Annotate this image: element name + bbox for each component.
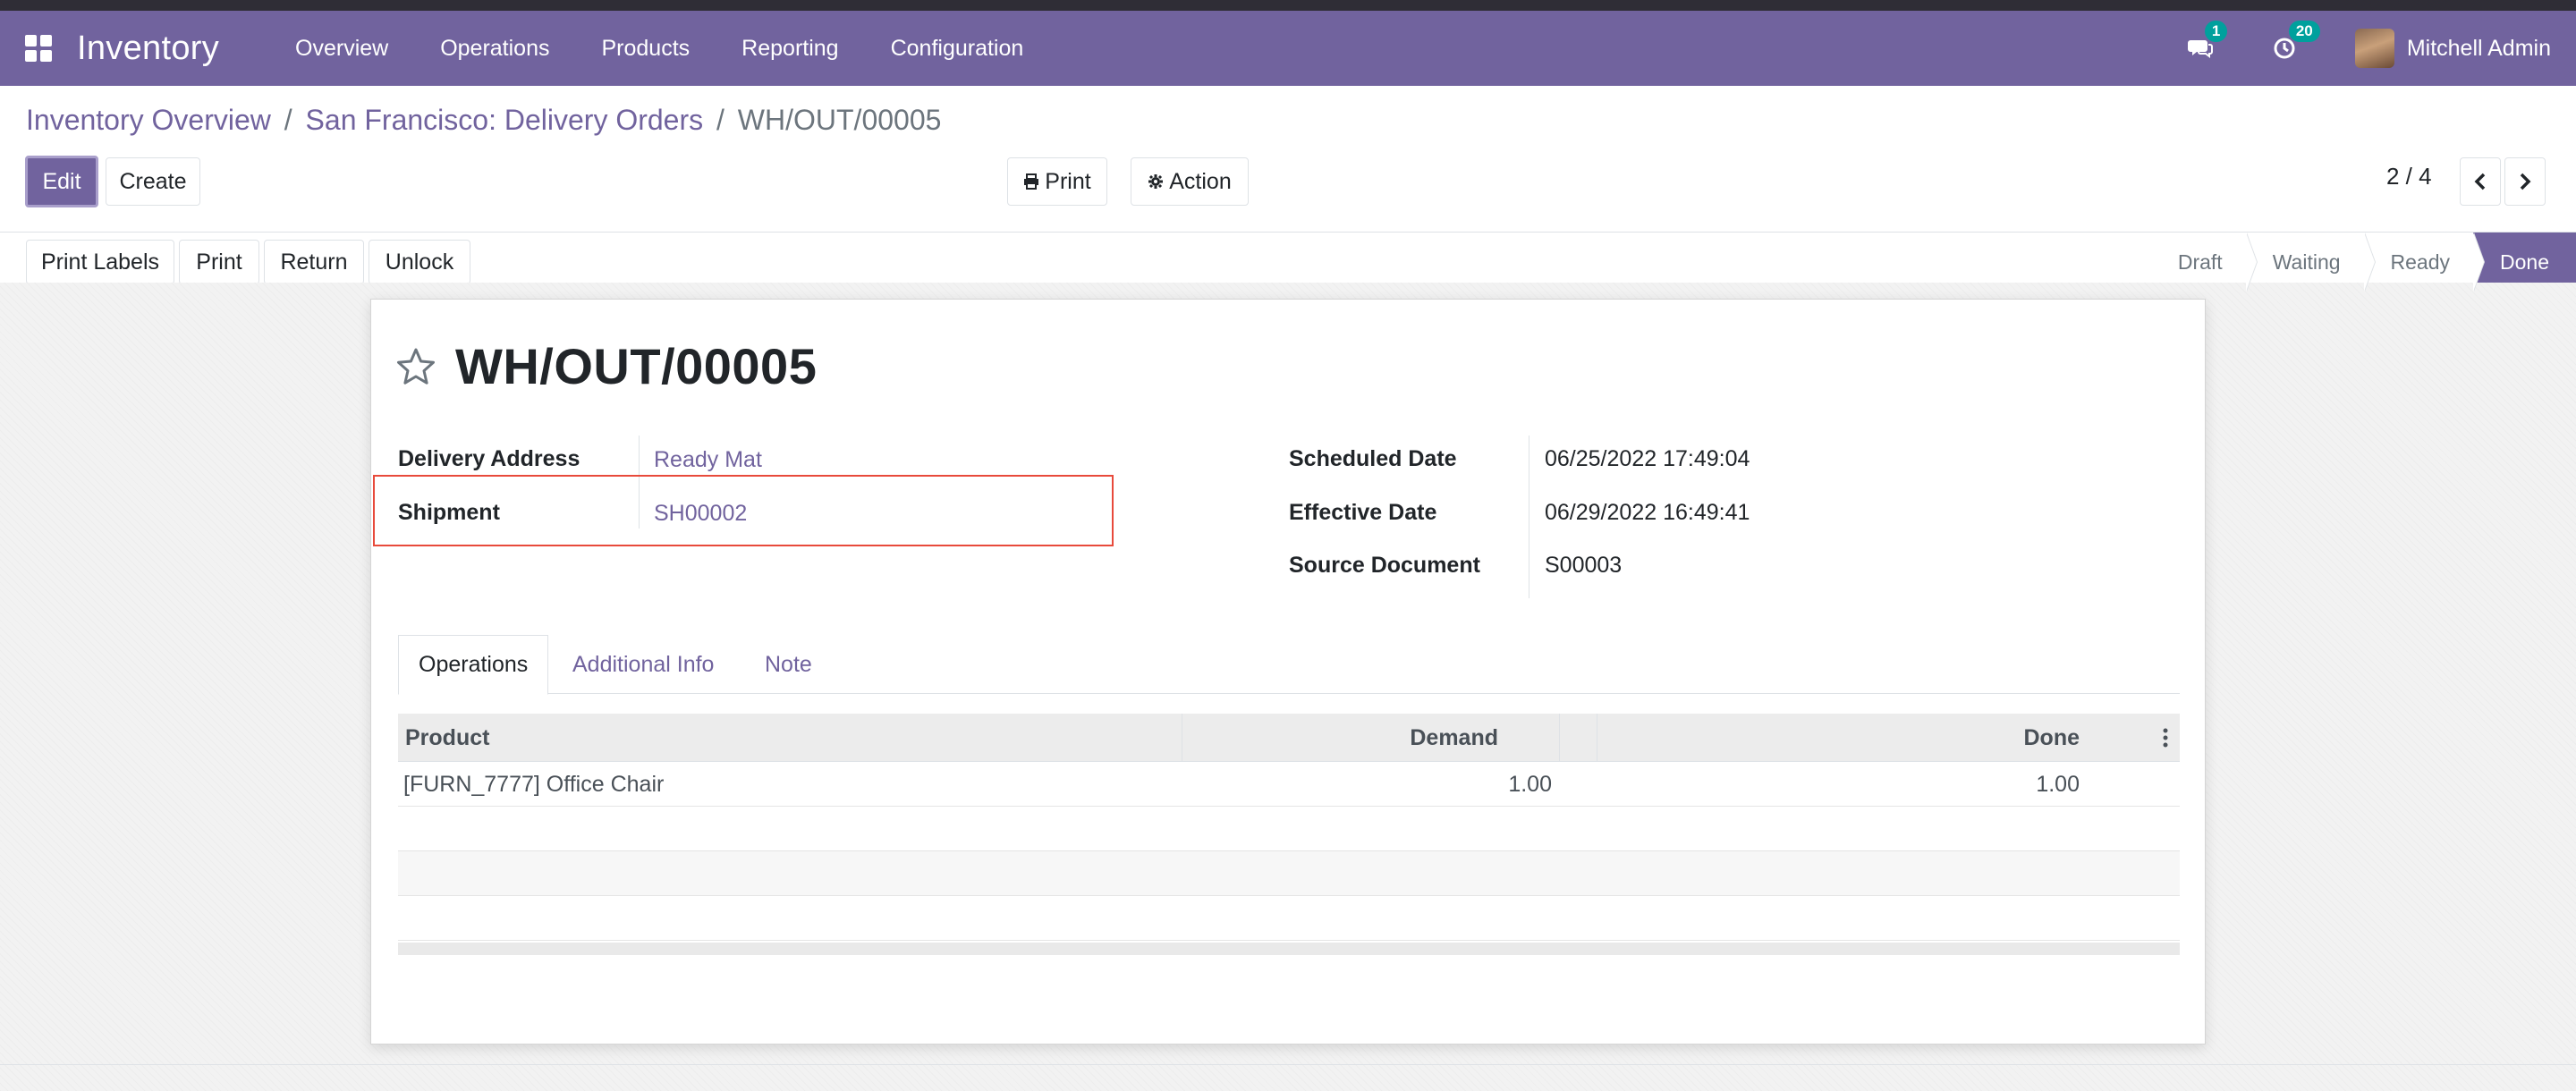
print-dropdown-button[interactable]: Print <box>1007 157 1107 206</box>
vertical-ellipsis-icon <box>2163 728 2168 748</box>
clock-icon <box>2274 38 2295 59</box>
activities-button[interactable]: 20 <box>2271 21 2320 62</box>
action-dropdown-button[interactable]: Action <box>1131 157 1249 206</box>
print-button[interactable]: Print <box>179 240 259 284</box>
create-button[interactable]: Create <box>106 157 200 206</box>
unlock-button[interactable]: Unlock <box>369 240 470 284</box>
tab-additional-info[interactable]: Additional Info <box>572 635 714 694</box>
table-empty-row <box>398 807 2180 851</box>
edit-button[interactable]: Edit <box>25 156 98 207</box>
messages-button[interactable]: 1 <box>2187 21 2228 62</box>
return-button[interactable]: Return <box>264 240 364 284</box>
source-document-value: S00003 <box>1545 553 1623 578</box>
operations-table: Product Demand Done [FURN_7777] Office C… <box>398 714 2180 955</box>
print-labels-button[interactable]: Print Labels <box>26 240 174 284</box>
row-done-cell: 1.00 <box>2036 771 2080 797</box>
menu-operations[interactable]: Operations <box>414 36 575 62</box>
print-dropdown-label: Print <box>1045 168 1091 194</box>
table-row[interactable]: [FURN_7777] Office Chair 1.00 1.00 <box>398 762 2180 807</box>
table-footer <box>398 943 2180 955</box>
record-title-row: WH/OUT/00005 <box>396 337 817 395</box>
table-header: Product Demand Done <box>398 714 2180 762</box>
scheduled-date-value: 06/25/2022 17:49:04 <box>1545 446 1750 471</box>
effective-date-label: Effective Date <box>1289 500 1437 525</box>
table-empty-row <box>398 896 2180 941</box>
column-header-demand[interactable]: Demand <box>1410 725 1498 751</box>
menu-configuration[interactable]: Configuration <box>865 36 1050 62</box>
breadcrumb-separator: / <box>284 104 292 136</box>
main-navbar: Inventory Overview Operations Products R… <box>0 11 2576 86</box>
effective-date-value: 06/29/2022 16:49:41 <box>1545 500 1750 525</box>
main-menu: Overview Operations Products Reporting C… <box>269 36 1049 62</box>
record-title: WH/OUT/00005 <box>455 338 818 394</box>
action-dropdown-label: Action <box>1169 168 1232 194</box>
chevron-right-icon <box>2520 173 2531 190</box>
pager-next-button[interactable] <box>2504 157 2546 206</box>
delivery-address-label: Delivery Address <box>398 446 580 471</box>
user-name[interactable]: Mitchell Admin <box>2407 36 2551 62</box>
source-document-label: Source Document <box>1289 553 1480 578</box>
breadcrumb-separator: / <box>716 104 724 136</box>
messages-badge: 1 <box>2204 21 2228 42</box>
breadcrumb-inventory-overview[interactable]: Inventory Overview <box>26 104 271 136</box>
form-content-area: WH/OUT/00005 Delivery Address Ready Mat … <box>0 283 2576 1091</box>
pager-previous-button[interactable] <box>2460 157 2501 206</box>
status-step-done-label: Done <box>2500 249 2549 274</box>
top-strip <box>0 0 2576 11</box>
breadcrumb-delivery-orders[interactable]: San Francisco: Delivery Orders <box>306 104 704 136</box>
column-header-product[interactable]: Product <box>405 714 489 762</box>
right-group-separator <box>1529 436 1530 598</box>
column-header-done[interactable]: Done <box>2024 725 2080 751</box>
menu-overview[interactable]: Overview <box>269 36 414 62</box>
gear-icon <box>1148 174 1164 189</box>
bottom-divider <box>0 1064 2576 1065</box>
optional-columns-toggle[interactable] <box>2163 714 2168 762</box>
apps-menu-icon[interactable] <box>25 35 52 62</box>
breadcrumb-current: WH/OUT/00005 <box>737 104 942 136</box>
form-sheet: WH/OUT/00005 Delivery Address Ready Mat … <box>370 299 2206 1044</box>
tab-note[interactable]: Note <box>765 635 812 694</box>
app-brand[interactable]: Inventory <box>77 30 219 68</box>
systray: 1 20 Mitchell Admin <box>2187 21 2551 68</box>
row-demand-cell: 1.00 <box>1508 771 1552 797</box>
printer-icon <box>1024 173 1039 190</box>
notebook-tabs: Operations Additional Info Note <box>398 635 2180 695</box>
menu-reporting[interactable]: Reporting <box>716 36 864 62</box>
user-avatar[interactable] <box>2354 29 2394 68</box>
row-product-cell: [FURN_7777] Office Chair <box>403 771 665 797</box>
star-icon[interactable] <box>396 347 436 386</box>
breadcrumb: Inventory Overview / San Francisco: Deli… <box>26 104 941 137</box>
delivery-address-link[interactable]: Ready Mat <box>654 447 762 473</box>
tab-operations[interactable]: Operations <box>398 635 549 695</box>
shipment-highlight-box <box>373 475 1114 546</box>
menu-products[interactable]: Products <box>576 36 716 62</box>
chevron-left-icon <box>2474 173 2486 190</box>
table-empty-row <box>398 851 2180 896</box>
activities-badge: 20 <box>2288 21 2320 42</box>
scheduled-date-label: Scheduled Date <box>1289 446 1457 471</box>
control-panel: Inventory Overview / San Francisco: Deli… <box>0 86 2576 233</box>
pager-value[interactable]: 2 / 4 <box>2386 163 2432 190</box>
